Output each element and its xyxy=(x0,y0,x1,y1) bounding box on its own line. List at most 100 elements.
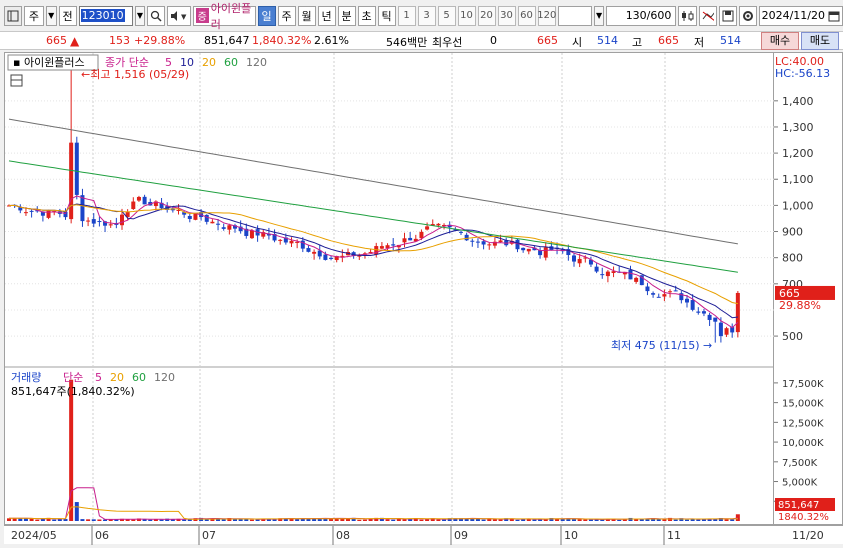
candle-body xyxy=(475,241,480,243)
candle-body xyxy=(673,290,678,292)
vol-ma-5 xyxy=(9,487,738,520)
scope-button[interactable]: 전 xyxy=(58,5,77,26)
volume-bar xyxy=(329,519,334,521)
interval-10[interactable]: 10 xyxy=(457,5,476,26)
type-dropdown-icon[interactable]: ▼ xyxy=(45,5,57,26)
calendar-icon[interactable] xyxy=(828,10,840,22)
volume-bar xyxy=(385,519,390,521)
period-tab-3[interactable]: 년 xyxy=(317,5,336,26)
volume-bar xyxy=(577,519,582,521)
volume-ma-period-60: 60 xyxy=(132,371,146,384)
period-tab-6[interactable]: 틱 xyxy=(377,5,396,26)
volume-bar xyxy=(391,519,396,521)
volume-bar xyxy=(295,519,300,521)
candle-body xyxy=(329,257,334,259)
date-input[interactable]: 2024/11/20 xyxy=(758,5,843,26)
candle-body xyxy=(436,223,441,226)
interval-1[interactable]: 1 xyxy=(397,5,416,26)
sell-button[interactable]: 매도 xyxy=(801,32,839,50)
code-dropdown-icon[interactable]: ▼ xyxy=(134,5,146,26)
date-label: 07 xyxy=(202,529,216,542)
volume-bar xyxy=(515,519,520,521)
stock-name: 아이윈플러 xyxy=(210,1,252,31)
low-label: 저 xyxy=(694,36,705,49)
candle-body xyxy=(216,223,221,225)
date-label: 11 xyxy=(667,529,681,542)
volume-bar xyxy=(362,519,367,521)
candle-body xyxy=(718,322,723,337)
candle-body xyxy=(543,247,548,258)
buy-button[interactable]: 매수 xyxy=(761,32,799,50)
ma-line-5 xyxy=(8,195,739,329)
interval-20[interactable]: 20 xyxy=(477,5,496,26)
period-tab-0[interactable]: 일 xyxy=(257,5,276,26)
interval-60[interactable]: 60 xyxy=(517,5,536,26)
candles xyxy=(7,70,740,343)
volume-bar xyxy=(80,519,85,521)
settings-gear-icon[interactable] xyxy=(738,5,757,26)
compare-icon[interactable] xyxy=(698,5,717,26)
volume-bar xyxy=(673,519,678,521)
period-tab-5[interactable]: 초 xyxy=(357,5,376,26)
candle-body xyxy=(701,311,706,314)
volume-tick-label: 17,500K xyxy=(782,379,824,390)
low-annotation: 최저 475 (11/15) → xyxy=(611,339,712,352)
price-tick-label: 800 xyxy=(782,252,803,265)
candle-body xyxy=(142,196,147,205)
period-tab-1[interactable]: 주 xyxy=(277,5,296,26)
candle-body xyxy=(685,298,689,303)
volume-bar xyxy=(23,518,28,521)
date-label: 06 xyxy=(95,529,109,542)
custom-interval-input[interactable] xyxy=(558,5,592,26)
volume-bar xyxy=(148,519,153,521)
candle-body xyxy=(521,247,526,251)
last-volume-pct-tag: 1840.32% xyxy=(778,512,829,523)
interval-dropdown-icon[interactable]: ▼ xyxy=(593,5,605,26)
stock-code-input[interactable]: 123010 xyxy=(78,5,133,26)
price-tick-label: 900 xyxy=(782,226,803,239)
volume-bar xyxy=(583,519,588,521)
stock-name-box[interactable]: 증 아이윈플러 xyxy=(192,2,256,31)
sound-icon[interactable]: ▼ xyxy=(167,5,191,26)
vol-ma-20 xyxy=(9,506,738,520)
candle-body xyxy=(289,240,294,244)
type-select[interactable]: 주 xyxy=(24,5,44,26)
volume-bar xyxy=(357,519,362,521)
candle-body xyxy=(74,142,79,195)
price-tick-label: 1,300 xyxy=(782,121,814,134)
candle-body xyxy=(707,314,712,320)
candlestick-chart[interactable]: ▪ 아이윈플러스 종가 단순 5 10 20 60 120←최고 1,516 (05/29)… xyxy=(5,53,775,526)
pref-label: 최우선 xyxy=(432,36,463,49)
date-label: 09 xyxy=(454,529,468,542)
candle-body xyxy=(628,269,633,280)
high-price: 665 xyxy=(658,34,679,47)
save-icon[interactable] xyxy=(718,5,737,26)
volume-bar xyxy=(696,519,701,521)
search-icon[interactable] xyxy=(147,5,166,26)
volume-bar xyxy=(402,519,407,521)
count-input[interactable]: 130/600 xyxy=(606,5,677,26)
volume-bar xyxy=(238,519,243,521)
candle-body xyxy=(29,210,34,212)
period-tab-2[interactable]: 월 xyxy=(297,5,316,26)
volume-bar xyxy=(685,519,689,521)
volume-bar xyxy=(52,519,57,521)
interval-5[interactable]: 5 xyxy=(437,5,456,26)
candle-body xyxy=(419,231,424,239)
candle-body xyxy=(464,234,469,241)
price-change: 153 xyxy=(109,34,130,47)
interval-30[interactable]: 30 xyxy=(497,5,516,26)
volume-bar xyxy=(572,519,576,521)
volume-bar xyxy=(532,519,537,521)
layout-icon[interactable] xyxy=(4,5,22,26)
volume-bars xyxy=(7,379,740,521)
turnover-pct: 2.61% xyxy=(314,34,349,47)
period-tab-4[interactable]: 분 xyxy=(337,5,356,26)
candle-type-icon[interactable] xyxy=(678,5,697,26)
chart-area[interactable]: ▪ 아이윈플러스 종가 단순 5 10 20 60 120 ←최고 1,516 (05/29)… xyxy=(4,52,775,526)
volume-bar xyxy=(617,519,622,521)
interval-120[interactable]: 120 xyxy=(537,5,556,26)
volume-bar xyxy=(498,519,503,521)
volume-tick-label: 5,000K xyxy=(782,478,818,489)
interval-3[interactable]: 3 xyxy=(417,5,436,26)
